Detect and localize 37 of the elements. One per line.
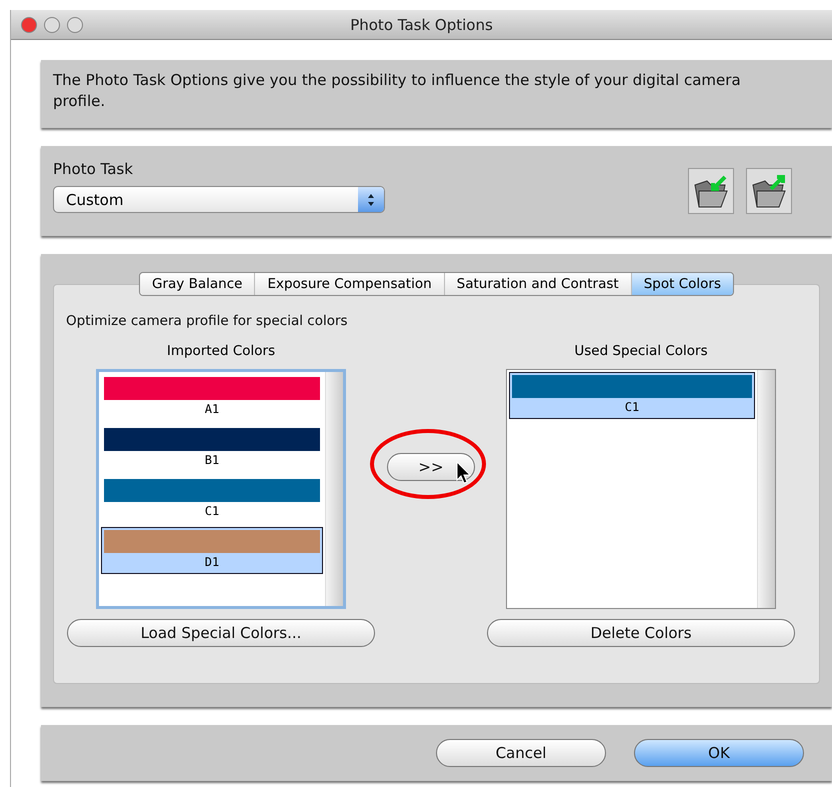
- scrollbar[interactable]: [757, 370, 775, 608]
- import-button[interactable]: [688, 168, 734, 214]
- scrollbar[interactable]: [325, 372, 343, 606]
- intro-text: The Photo Task Options give you the possibility to influence the style of your digital camera profile.: [52, 70, 742, 112]
- tab[interactable]: Spot Colors: [630, 273, 733, 295]
- tab[interactable]: Gray Balance: [140, 273, 254, 295]
- close-button[interactable]: [21, 17, 37, 33]
- description-text: Optimize camera profile for special colors: [66, 313, 349, 329]
- dialog-button[interactable]: OK: [634, 739, 804, 767]
- tab[interactable]: Exposure Compensation: [254, 273, 444, 295]
- minimize-button[interactable]: [44, 17, 60, 33]
- color-item[interactable]: C1: [101, 476, 323, 523]
- color-name: B1: [204, 452, 220, 469]
- photo-task-label: Photo Task: [53, 160, 134, 178]
- color-list[interactable]: A1 B1 C1 D1: [96, 369, 346, 609]
- window-title: Photo Task Options: [349, 16, 494, 34]
- list-title: Used Special Colors: [574, 343, 708, 359]
- color-name: A1: [204, 401, 220, 418]
- color-name: D1: [204, 554, 220, 571]
- photo-task-select[interactable]: Custom: [53, 186, 385, 213]
- move-button[interactable]: >>: [387, 453, 475, 481]
- color-item[interactable]: D1: [101, 527, 323, 574]
- stepper-icon: [358, 187, 384, 212]
- tab[interactable]: Saturation and Contrast: [444, 273, 631, 295]
- color-name: C1: [624, 399, 640, 416]
- cursor-icon: [456, 461, 472, 485]
- color-item[interactable]: C1: [509, 372, 755, 419]
- dialog-button[interactable]: Cancel: [436, 739, 606, 767]
- color-name: C1: [204, 503, 220, 520]
- zoom-button[interactable]: [67, 17, 83, 33]
- list-action-button[interactable]: Load Special Colors...: [67, 619, 375, 647]
- color-list[interactable]: C1: [506, 369, 776, 609]
- list-title: Imported Colors: [166, 343, 276, 359]
- color-item[interactable]: A1: [101, 374, 323, 421]
- color-item[interactable]: B1: [101, 425, 323, 472]
- list-action-button[interactable]: Delete Colors: [487, 619, 795, 647]
- export-button[interactable]: [746, 168, 792, 214]
